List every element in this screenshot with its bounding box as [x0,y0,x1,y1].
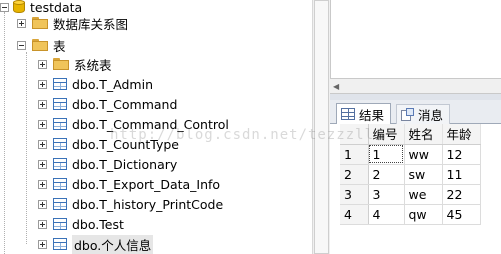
object-explorer-tree: testdata 数据库关系图 表 系统表 dbo.T_Admin dbo.T_… [0,0,312,254]
results-grid: 编号 姓名 年龄 1 1 ww 12 2 2 sw 11 3 3 we 22 4… [340,124,481,225]
tree-guide-line [4,12,5,254]
grid-cell[interactable]: 3 [368,184,405,205]
tree-node-label: dbo.Test [72,216,124,232]
row-number[interactable]: 2 [340,164,369,185]
query-editor[interactable] [330,0,501,78]
grid-cell[interactable]: 4 [368,204,405,225]
collapse-toggle[interactable] [17,40,26,50]
table-row: 1 1 ww 12 [340,144,481,165]
grid-cell[interactable]: qw [404,204,443,225]
tree-node-label: dbo.T_CountType [72,136,179,152]
tree-node-table[interactable]: dbo.T_Command [38,94,177,114]
tree-node-label: dbo.T_Command_Control [72,116,229,132]
tree-node-table[interactable]: dbo.T_Dictionary [38,154,177,174]
tree-node-table[interactable]: dbo.T_Export_Data_Info [38,174,220,194]
grid-cell[interactable]: 45 [442,204,481,225]
tree-node-label: dbo.T_Export_Data_Info [72,176,221,192]
tree-vertical-scrollbar[interactable] [312,0,330,254]
row-number[interactable]: 3 [340,184,369,205]
table-icon [53,158,67,170]
tree-node-label: dbo.T_Command [72,96,178,112]
tab-messages[interactable]: 消息 [396,104,451,124]
column-header[interactable]: 年龄 [442,124,481,145]
grid-cell[interactable]: 22 [442,184,481,205]
tree-guide-line [26,52,27,244]
grid-cell[interactable]: 11 [442,164,481,185]
tab-label: 结果 [359,107,385,123]
expand-toggle[interactable] [38,159,47,169]
expand-toggle[interactable] [38,199,47,209]
table-icon [53,98,67,110]
expand-toggle[interactable] [38,219,47,229]
expand-toggle[interactable] [38,99,47,109]
tree-node-diagrams[interactable]: 数据库关系图 [17,13,128,33]
grid-cell[interactable]: 12 [442,144,481,165]
column-header[interactable]: 编号 [368,124,405,145]
row-number[interactable]: 4 [340,204,369,225]
tree-node-table[interactable]: dbo.T_Admin [38,74,153,94]
expand-toggle[interactable] [38,239,47,249]
table-icon [53,218,67,230]
table-icon [53,178,67,190]
grid-cell[interactable]: sw [404,164,443,185]
tree-node-label: 数据库关系图 [53,16,129,32]
grid-cell[interactable]: we [404,184,443,205]
tree-node-table[interactable]: dbo.T_CountType [38,134,179,154]
expand-toggle[interactable] [38,179,47,189]
tree-node-label: 表 [53,38,66,54]
tree-node-table[interactable]: dbo.T_Command_Control [38,114,229,134]
results-tab-strip: 结果 消息 [330,100,501,124]
table-row: 3 3 we 22 [340,184,481,205]
grid-corner-cell[interactable] [340,124,369,145]
tree-node-table[interactable]: dbo.个人信息 [38,234,154,254]
expand-toggle[interactable] [38,79,47,89]
tree-node-label: dbo.T_Dictionary [72,156,178,172]
tree-node-label: dbo.T_Admin [72,76,153,92]
tree-node-label: dbo.个人信息 [72,234,154,254]
collapse-toggle[interactable] [0,2,9,12]
tab-results[interactable]: 结果 [336,103,392,124]
expand-toggle[interactable] [38,139,47,149]
column-header[interactable]: 姓名 [404,124,443,145]
grid-header-row: 编号 姓名 年龄 [340,124,481,145]
tree-node-tables-folder[interactable]: 表 [17,35,66,55]
grid-cell[interactable]: 1 [368,144,405,165]
tree-node-system-tables[interactable]: 系统表 [38,54,112,74]
folder-icon [32,39,48,51]
expand-toggle[interactable] [38,119,47,129]
grid-cell[interactable]: 2 [368,164,405,185]
tree-node-table[interactable]: dbo.T_history_PrintCode [38,194,223,214]
table-icon [53,78,67,90]
editor-horizontal-scrollbar[interactable]: ◀ [330,78,501,94]
table-icon [53,238,67,250]
folder-icon [32,17,48,29]
query-panel: ◀ 结果 消息 编号 姓名 年龄 1 1 ww 12 2 2 sw 11 3 3… [330,0,501,254]
expand-toggle[interactable] [38,59,47,69]
table-row: 4 4 qw 45 [340,204,481,225]
folder-icon [53,58,69,70]
row-number[interactable]: 1 [340,144,369,165]
tree-node-label: dbo.T_history_PrintCode [72,196,224,212]
tree-node-label: 系统表 [74,57,112,73]
tree-node-table[interactable]: dbo.Test [38,214,124,234]
tab-label: 消息 [418,108,444,123]
database-icon [13,0,25,14]
table-icon [53,198,67,210]
scroll-left-arrow-icon[interactable]: ◀ [333,82,339,91]
table-icon [53,138,67,150]
grid-icon [341,108,355,120]
grid-cell[interactable]: ww [404,144,443,165]
table-icon [53,118,67,130]
scrollbar-thumb[interactable] [314,0,329,254]
message-icon [401,108,414,121]
expand-toggle[interactable] [17,18,26,28]
table-row: 2 2 sw 11 [340,164,481,185]
